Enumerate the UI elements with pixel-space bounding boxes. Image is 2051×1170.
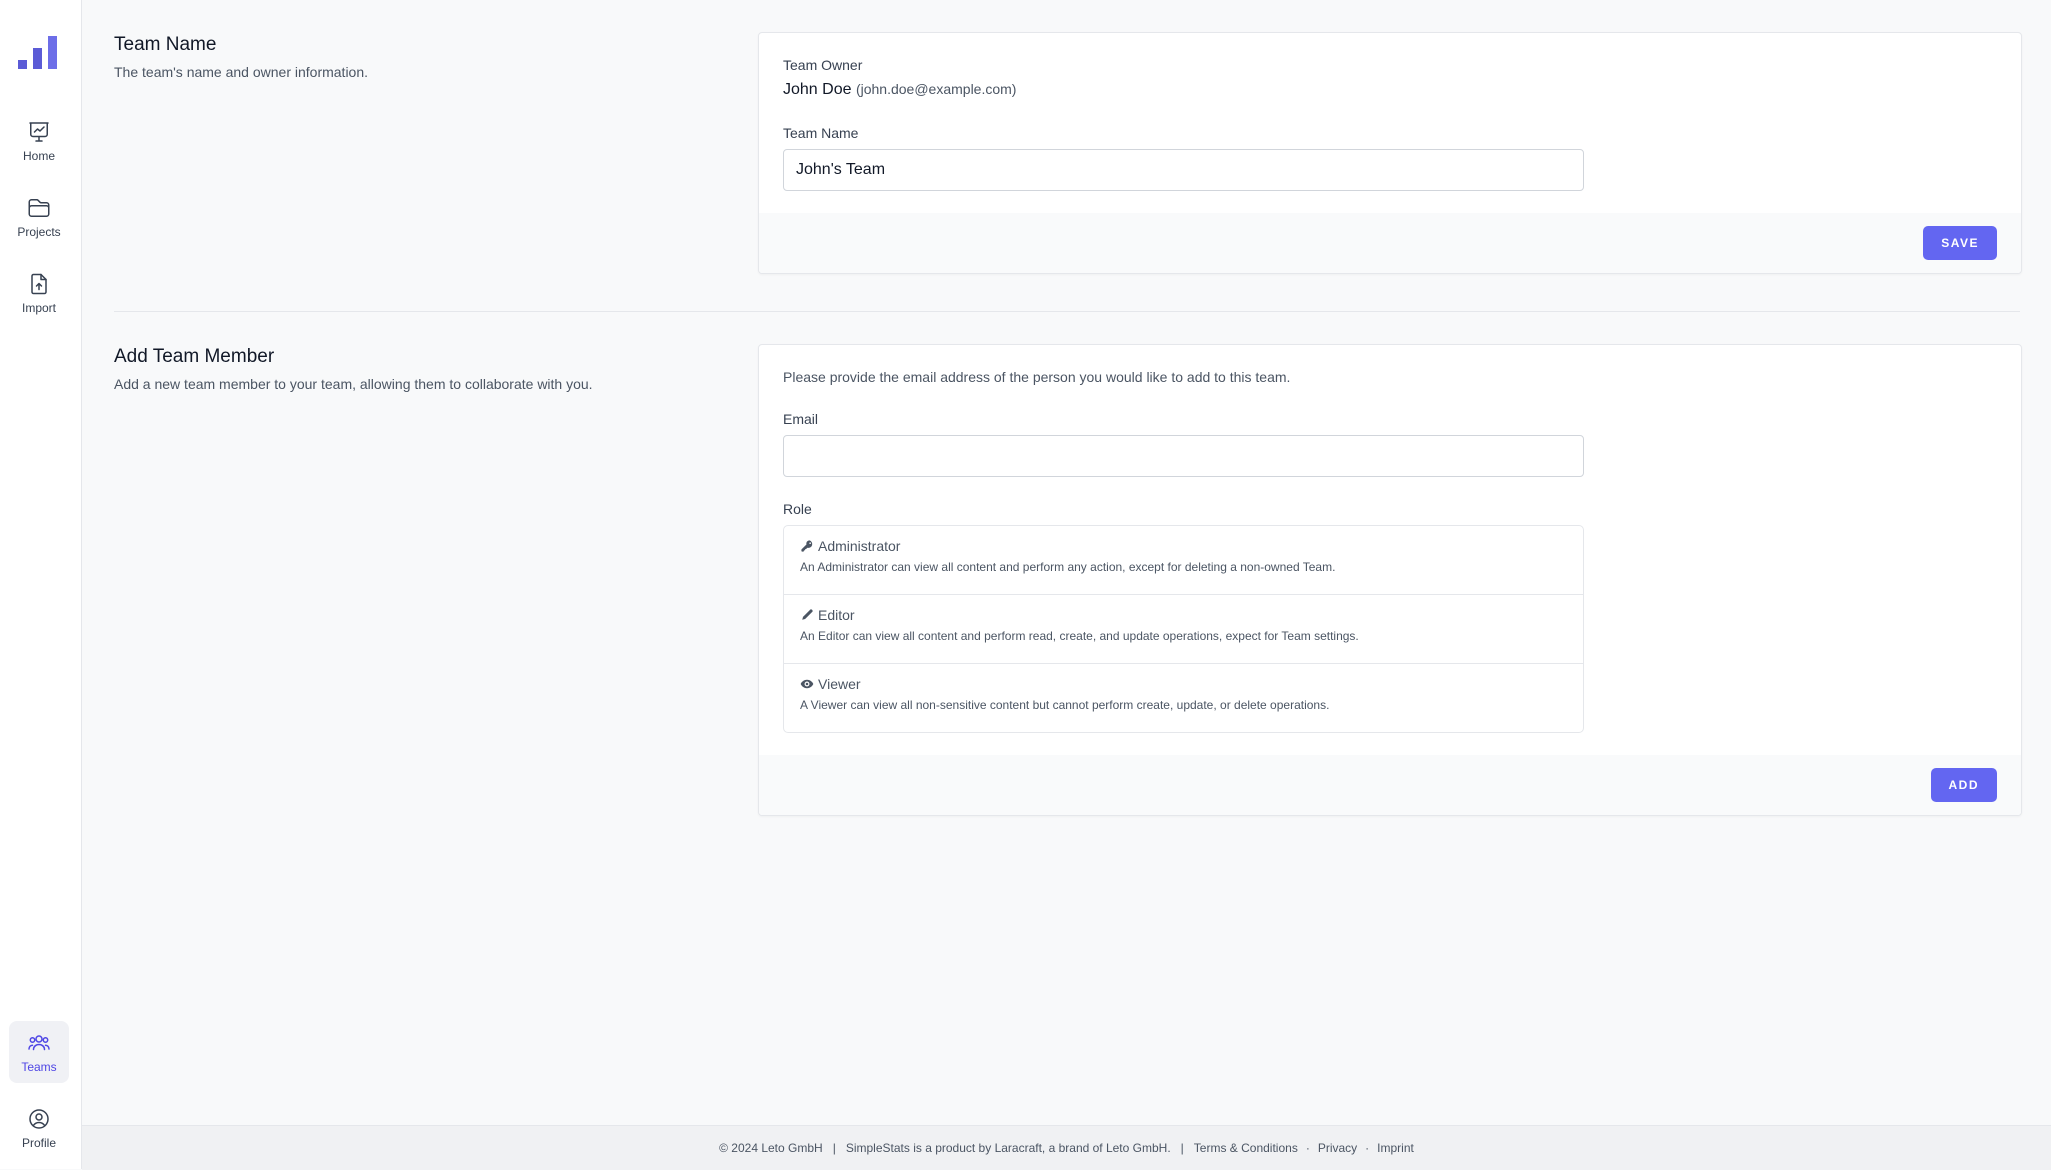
pencil-icon	[802, 609, 813, 620]
nav-label-import: Import	[21, 300, 56, 315]
team-name-description: The team's name and owner information.	[114, 64, 369, 80]
team-name-card-footer: SAVE	[759, 213, 2021, 273]
email-label: Email	[783, 411, 819, 427]
eye-icon	[800, 679, 814, 689]
footer-separator: |	[832, 1141, 836, 1155]
nav-label-home: Home	[22, 148, 55, 163]
user-group-icon	[28, 1034, 50, 1050]
footer-copyright: © 2024 Leto GmbH	[719, 1141, 823, 1155]
team-name-label: Team Name	[783, 125, 859, 141]
footer-link-terms[interactable]: Terms & Conditions	[1194, 1141, 1298, 1155]
team-owner-label: Team Owner	[783, 57, 863, 73]
sidebar: Home Projects Import Teams Profile	[0, 0, 82, 1169]
team-owner-info: John Doe (john.doe@example.com)	[783, 81, 1997, 99]
team-name-section-header: Team Name The team's name and owner info…	[114, 34, 714, 80]
simplestats-logo-icon[interactable]	[18, 36, 60, 72]
role-name-viewer: Viewer	[818, 676, 861, 692]
document-arrow-up-icon	[31, 273, 47, 294]
footer-dot: ·	[1305, 1141, 1310, 1155]
role-list: Administrator An Administrator can view …	[783, 525, 1584, 733]
role-description-viewer: A Viewer can view all non-sensitive cont…	[800, 698, 1330, 712]
footer-link-privacy[interactable]: Privacy	[1318, 1141, 1357, 1155]
add-member-description: Add a new team member to your team, allo…	[114, 376, 593, 392]
role-description-administrator: An Administrator can view all content an…	[800, 560, 1336, 574]
section-divider	[114, 311, 2020, 312]
folder-icon	[28, 198, 50, 217]
team-owner-name: John Doe	[783, 81, 852, 98]
nav-label-projects: Projects	[17, 224, 61, 239]
add-member-card-footer: ADD	[759, 755, 2021, 815]
page-footer: © 2024 Leto GmbH | SimpleStats is a prod…	[82, 1125, 2051, 1170]
main-content: Team Name The team's name and owner info…	[82, 0, 2051, 1125]
footer-dot: ·	[1365, 1141, 1370, 1155]
role-label: Role	[783, 501, 812, 517]
team-name-title: Team Name	[114, 34, 217, 55]
nav-item-teams[interactable]: Teams	[9, 1021, 69, 1083]
nav-label-teams: Teams	[21, 1059, 57, 1074]
role-option-administrator[interactable]: Administrator An Administrator can view …	[784, 526, 1583, 594]
user-circle-icon	[29, 1108, 49, 1129]
team-name-card: Team Owner John Doe (john.doe@example.co…	[758, 32, 2022, 274]
key-icon	[801, 540, 813, 552]
footer-separator: |	[1180, 1141, 1184, 1155]
presentation-chart-icon	[29, 121, 49, 142]
add-member-intro: Please provide the email address of the …	[783, 369, 1291, 385]
add-member-title: Add Team Member	[114, 346, 275, 367]
footer-product-text: SimpleStats is a product by Laracraft, a…	[845, 1141, 1171, 1155]
add-button[interactable]: ADD	[1930, 768, 1997, 802]
nav-item-import[interactable]: Import	[9, 262, 69, 324]
role-description-editor: An Editor can view all content and perfo…	[800, 629, 1359, 643]
nav-item-profile[interactable]: Profile	[9, 1097, 69, 1159]
footer-link-imprint[interactable]: Imprint	[1377, 1141, 1414, 1155]
nav-item-home[interactable]: Home	[9, 110, 69, 172]
save-button[interactable]: SAVE	[1923, 226, 1997, 260]
role-option-editor[interactable]: Editor An Editor can view all content an…	[784, 594, 1583, 663]
add-member-card: Please provide the email address of the …	[758, 344, 2022, 816]
nav-label-profile: Profile	[21, 1135, 56, 1150]
nav-item-projects[interactable]: Projects	[9, 186, 69, 248]
role-name-editor: Editor	[818, 607, 855, 623]
team-name-input[interactable]	[783, 149, 1584, 191]
add-member-section-header: Add Team Member Add a new team member to…	[114, 346, 714, 392]
team-owner-email: (john.doe@example.com)	[855, 81, 1017, 97]
email-input[interactable]	[783, 435, 1584, 477]
role-option-viewer[interactable]: Viewer A Viewer can view all non-sensiti…	[784, 663, 1583, 732]
role-name-administrator: Administrator	[818, 538, 901, 554]
